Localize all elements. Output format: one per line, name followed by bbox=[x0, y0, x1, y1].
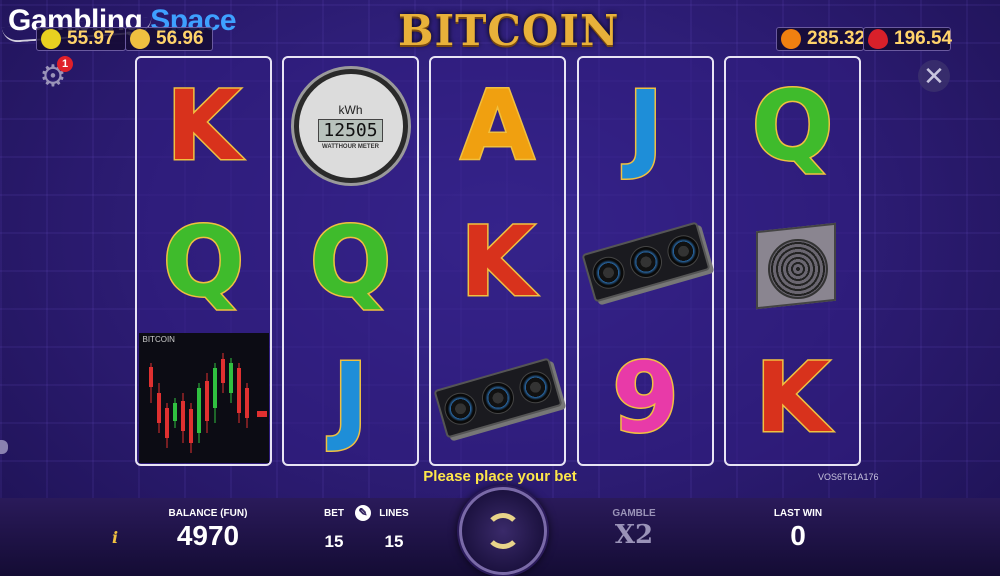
symbol-energy-meter: kWh 12505 WATTHOUR METER bbox=[284, 58, 417, 194]
symbol-mining-rig bbox=[726, 194, 859, 330]
side-menu-tab[interactable] bbox=[0, 440, 8, 454]
balance-label: BALANCE (FUN) bbox=[168, 508, 248, 519]
jackpot-coin: 56.96 bbox=[125, 27, 213, 51]
symbol-q: Q bbox=[750, 70, 835, 182]
gpu-image bbox=[432, 357, 563, 439]
reel-4: J 9 bbox=[577, 56, 714, 466]
candlestick-chart-image: BITCOIN bbox=[138, 333, 269, 463]
game-title: BITCOIN bbox=[398, 6, 620, 55]
candlestick-graphic bbox=[148, 353, 267, 453]
version-label: VOS6T61A176 bbox=[818, 472, 879, 482]
notification-badge: 1 bbox=[57, 56, 73, 72]
jackpot-value: 56.96 bbox=[156, 28, 204, 49]
meter-reading: 12505 bbox=[318, 118, 383, 142]
info-button[interactable]: i bbox=[112, 528, 118, 547]
gamble-button[interactable]: X2 bbox=[608, 520, 660, 550]
jackpot-value: 196.54 bbox=[894, 28, 953, 49]
reel-2: kWh 12505 WATTHOUR METER Q J bbox=[282, 56, 419, 466]
symbol-9: 9 bbox=[611, 342, 681, 454]
close-button[interactable]: ✕ bbox=[918, 60, 950, 92]
lemon-icon bbox=[41, 29, 61, 49]
coin-icon bbox=[130, 29, 150, 49]
lines-value[interactable]: 15 bbox=[376, 532, 412, 552]
jackpot-orange: 285.32 bbox=[776, 27, 866, 51]
symbol-q: Q bbox=[308, 206, 393, 318]
symbol-k: K bbox=[165, 70, 242, 182]
symbol-graphics-card bbox=[431, 330, 564, 466]
strawberry-icon bbox=[868, 29, 888, 49]
meter-unit: kWh bbox=[338, 102, 363, 117]
kwh-meter-image: kWh 12505 WATTHOUR METER bbox=[293, 69, 408, 183]
jackpot-value: 55.97 bbox=[67, 28, 115, 49]
balance-value: 4970 bbox=[176, 520, 240, 551]
symbol-a: A bbox=[459, 70, 536, 182]
reel-3: A K bbox=[429, 56, 566, 466]
jackpot-value: 285.32 bbox=[807, 28, 866, 49]
spin-button[interactable] bbox=[459, 487, 547, 575]
reel-5: Q K bbox=[724, 56, 861, 466]
jackpot-strawberry: 196.54 bbox=[863, 27, 953, 51]
spin-arrows-icon bbox=[485, 513, 521, 549]
symbol-k: K bbox=[754, 342, 831, 454]
reel-1: K Q BITCOIN bbox=[135, 56, 272, 466]
gamble-label: GAMBLE bbox=[612, 508, 656, 519]
orange-icon bbox=[781, 29, 801, 49]
symbol-bitcoin-chart: BITCOIN bbox=[137, 330, 270, 466]
symbol-graphics-card bbox=[579, 194, 712, 330]
bet-label: BET bbox=[324, 508, 344, 519]
symbol-j: J bbox=[331, 342, 370, 454]
gpu-image bbox=[580, 221, 711, 303]
asic-miner-image bbox=[748, 217, 838, 310]
symbol-j: J bbox=[626, 70, 665, 182]
last-win-label: LAST WIN bbox=[773, 508, 823, 519]
lines-label: LINES bbox=[379, 508, 409, 519]
edit-bet-icon[interactable]: ✎ bbox=[355, 505, 371, 521]
symbol-q: Q bbox=[161, 206, 246, 318]
jackpot-lemon: 55.97 bbox=[36, 27, 126, 51]
last-win-value: 0 bbox=[790, 520, 806, 551]
symbol-k: K bbox=[459, 206, 536, 318]
bet-value[interactable]: 15 bbox=[318, 532, 350, 552]
meter-brand: WATTHOUR METER bbox=[322, 143, 379, 150]
